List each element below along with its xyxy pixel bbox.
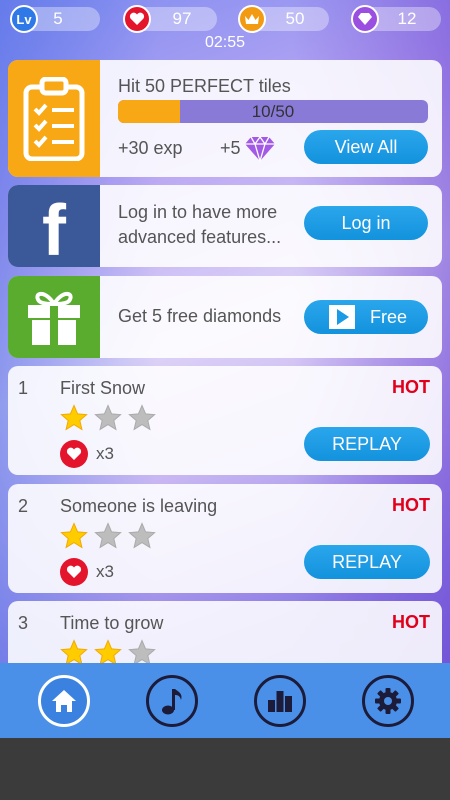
free-button[interactable]: Free [304, 300, 428, 334]
diamond-icon [351, 5, 379, 33]
facebook-text-line2: advanced features... [118, 227, 282, 247]
hot-badge: HOT [392, 495, 430, 515]
level-icon: Lv [10, 5, 38, 33]
level-value: 5 [53, 9, 63, 28]
star-empty-icon [94, 404, 122, 431]
facebook-text-line1: Log in to have more [118, 202, 278, 222]
song-title: Time to grow [60, 613, 164, 633]
lives-stat: 97 [123, 5, 217, 33]
crowns-value: 50 [285, 9, 305, 28]
hot-badge: HOT [392, 612, 430, 632]
free-button-label: Free [370, 307, 408, 327]
login-button[interactable]: Log in [304, 206, 428, 240]
facebook-card: f Log in to have more advanced features.… [8, 185, 442, 267]
crowns-stat: 50 [238, 5, 329, 33]
diamonds-value: 12 [397, 9, 417, 28]
app-screen: Lv 5 97 50 12 02:55 Hit 50 PERFECT tiles… [0, 0, 450, 738]
reward-diamonds: +5 [220, 138, 241, 158]
hot-badge: HOT [392, 377, 430, 397]
star-empty-icon [94, 522, 122, 549]
lives-count: x3 [96, 444, 114, 463]
reward-exp: +30 exp [118, 138, 183, 158]
song-number: 1 [18, 378, 29, 398]
clipboard-checklist-icon [23, 76, 85, 161]
song-title: First Snow [60, 378, 146, 398]
lives-cost: x3 [60, 558, 114, 586]
song-row: 2 Someone is leaving HOT x3 REPLAY [8, 484, 442, 593]
music-note-icon [162, 689, 182, 715]
quest-progress-bar: 10/50 [118, 100, 428, 123]
song-number: 2 [18, 496, 29, 516]
song-row: 1 First Snow HOT x3 REPLAY [8, 366, 442, 475]
gift-text: Get 5 free diamonds [118, 306, 282, 326]
heart-icon [60, 558, 88, 586]
gift-card: Get 5 free diamonds Free [8, 276, 442, 358]
bottom-nav [0, 663, 450, 738]
play-video-icon [329, 305, 355, 329]
gift-side [8, 276, 100, 358]
level-stat: Lv 5 [10, 5, 100, 33]
lives-count: x3 [96, 562, 114, 581]
star-filled-icon [60, 404, 88, 431]
facebook-side: f [8, 185, 100, 267]
heart-icon [123, 5, 151, 33]
quest-side [8, 60, 100, 177]
lives-cost: x3 [60, 440, 114, 468]
star-rating [60, 404, 156, 432]
replay-button[interactable]: REPLAY [304, 545, 430, 579]
nav-settings-button[interactable] [362, 675, 414, 727]
star-empty-icon [128, 404, 156, 431]
view-all-button[interactable]: View All [304, 130, 428, 164]
reward-diamond-icon [245, 136, 275, 162]
quest-progress-text: 10/50 [251, 102, 295, 121]
gift-box-icon [28, 291, 80, 345]
star-empty-icon [128, 522, 156, 549]
timer-text: 02:55 [204, 34, 246, 51]
facebook-icon: f [42, 191, 66, 267]
song-number: 3 [18, 613, 29, 633]
nav-songs-button[interactable] [146, 675, 198, 727]
diamonds-stat: 12 [351, 5, 441, 33]
quest-card: Hit 50 PERFECT tiles 10/50 +30 exp +5 Vi… [8, 60, 442, 177]
home-icon [52, 690, 76, 712]
nav-home-button[interactable] [38, 675, 90, 727]
song-title: Someone is leaving [60, 496, 218, 516]
settings-gear-icon [375, 688, 401, 714]
star-rating [60, 522, 156, 550]
level-label: Lv [16, 11, 32, 27]
star-filled-icon [60, 522, 88, 549]
lives-value: 97 [172, 9, 192, 28]
heart-icon [60, 440, 88, 468]
quest-title: Hit 50 PERFECT tiles [118, 76, 291, 96]
crown-icon [238, 5, 266, 33]
leaderboard-icon [268, 691, 292, 712]
nav-leaderboard-button[interactable] [254, 675, 306, 727]
replay-button[interactable]: REPLAY [304, 427, 430, 461]
